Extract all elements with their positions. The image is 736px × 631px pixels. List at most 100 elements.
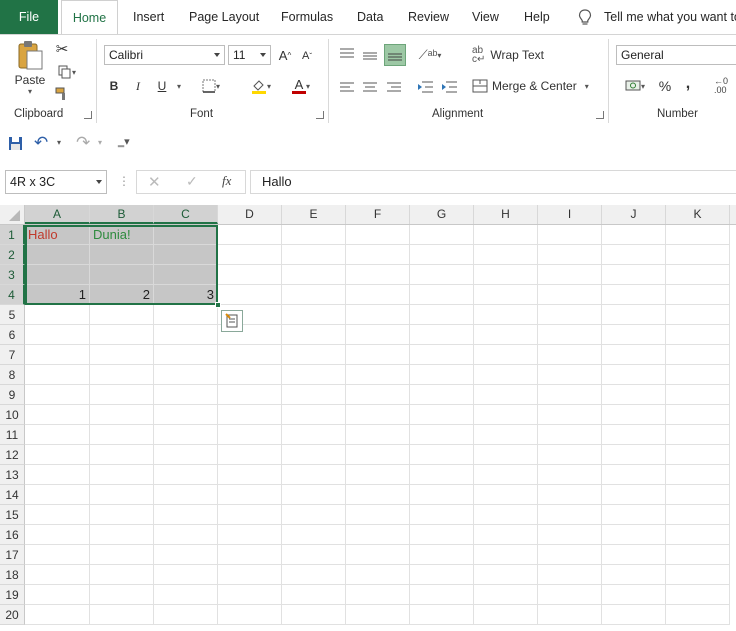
cell-e17[interactable] <box>282 545 346 565</box>
wrap-text-button[interactable]: ab c↵ Wrap Text <box>472 45 552 65</box>
cell-f13[interactable] <box>346 465 410 485</box>
cell-g16[interactable] <box>410 525 474 545</box>
row-header-14[interactable]: 14 <box>0 485 25 505</box>
cell-k5[interactable] <box>666 305 730 325</box>
cell-f4[interactable] <box>346 285 410 305</box>
cell-h6[interactable] <box>474 325 538 345</box>
cell-k2[interactable] <box>666 245 730 265</box>
cell-b12[interactable] <box>90 445 154 465</box>
cell-f17[interactable] <box>346 545 410 565</box>
customize-qat-icon[interactable]: ‗▾ <box>118 135 130 148</box>
enter-icon[interactable]: ✓ <box>186 173 198 190</box>
cell-e10[interactable] <box>282 405 346 425</box>
select-all-button[interactable] <box>0 205 25 225</box>
column-header-e[interactable]: E <box>282 205 346 224</box>
row-header-20[interactable]: 20 <box>0 605 25 625</box>
row-header-6[interactable]: 6 <box>0 325 25 345</box>
cell-b15[interactable] <box>90 505 154 525</box>
cell-j6[interactable] <box>602 325 666 345</box>
cell-b3[interactable] <box>90 265 154 285</box>
cell-d18[interactable] <box>218 565 282 585</box>
cell-k3[interactable] <box>666 265 730 285</box>
cell-h14[interactable] <box>474 485 538 505</box>
cell-c16[interactable] <box>154 525 218 545</box>
column-header-d[interactable]: D <box>218 205 282 224</box>
cell-f7[interactable] <box>346 345 410 365</box>
insert-function-button[interactable]: fx <box>222 173 231 189</box>
cell-d3[interactable] <box>218 265 282 285</box>
row-header-3[interactable]: 3 <box>0 265 25 285</box>
cell-k20[interactable] <box>666 605 730 625</box>
cell-h20[interactable] <box>474 605 538 625</box>
cell-c13[interactable] <box>154 465 218 485</box>
fill-color-button[interactable]: ▾ <box>244 76 278 96</box>
cell-a4[interactable]: 1 <box>25 285 90 305</box>
row-header-1[interactable]: 1 <box>0 225 25 245</box>
cell-c12[interactable] <box>154 445 218 465</box>
save-icon[interactable] <box>8 136 23 151</box>
cell-f15[interactable] <box>346 505 410 525</box>
cell-b19[interactable] <box>90 585 154 605</box>
cell-k12[interactable] <box>666 445 730 465</box>
cell-i5[interactable] <box>538 305 602 325</box>
row-header-9[interactable]: 9 <box>0 385 25 405</box>
cell-e9[interactable] <box>282 385 346 405</box>
cell-e16[interactable] <box>282 525 346 545</box>
cell-e6[interactable] <box>282 325 346 345</box>
cell-b2[interactable] <box>90 245 154 265</box>
cell-h7[interactable] <box>474 345 538 365</box>
tab-page-layout[interactable]: Page Layout <box>189 0 259 34</box>
cell-j20[interactable] <box>602 605 666 625</box>
tab-data[interactable]: Data <box>357 0 383 34</box>
cell-h3[interactable] <box>474 265 538 285</box>
cell-d10[interactable] <box>218 405 282 425</box>
row-header-10[interactable]: 10 <box>0 405 25 425</box>
column-header-g[interactable]: G <box>410 205 474 224</box>
align-left-icon[interactable] <box>339 81 355 95</box>
cell-c5[interactable] <box>154 305 218 325</box>
cell-g15[interactable] <box>410 505 474 525</box>
redo-icon[interactable]: ↷ <box>76 133 90 153</box>
cell-i8[interactable] <box>538 365 602 385</box>
format-painter-icon[interactable] <box>52 84 72 104</box>
cell-a6[interactable] <box>25 325 90 345</box>
cell-e1[interactable] <box>282 225 346 245</box>
cell-c18[interactable] <box>154 565 218 585</box>
cell-b10[interactable] <box>90 405 154 425</box>
row-header-4[interactable]: 4 <box>0 285 25 305</box>
cell-h8[interactable] <box>474 365 538 385</box>
tab-view[interactable]: View <box>472 0 499 34</box>
cell-a8[interactable] <box>25 365 90 385</box>
cell-e19[interactable] <box>282 585 346 605</box>
column-header-k[interactable]: K <box>666 205 730 224</box>
cell-f6[interactable] <box>346 325 410 345</box>
cell-h12[interactable] <box>474 445 538 465</box>
underline-dropdown[interactable]: ▾ <box>172 76 186 96</box>
cell-f18[interactable] <box>346 565 410 585</box>
cell-d1[interactable] <box>218 225 282 245</box>
cell-i12[interactable] <box>538 445 602 465</box>
column-header-c[interactable]: C <box>154 205 218 224</box>
cell-a13[interactable] <box>25 465 90 485</box>
cell-e11[interactable] <box>282 425 346 445</box>
name-box[interactable]: 4R x 3C <box>5 170 107 194</box>
cell-j17[interactable] <box>602 545 666 565</box>
column-header-h[interactable]: H <box>474 205 538 224</box>
cell-c6[interactable] <box>154 325 218 345</box>
align-middle-icon[interactable] <box>362 49 378 63</box>
cell-i1[interactable] <box>538 225 602 245</box>
cell-g14[interactable] <box>410 485 474 505</box>
cell-h2[interactable] <box>474 245 538 265</box>
cell-g12[interactable] <box>410 445 474 465</box>
cell-d2[interactable] <box>218 245 282 265</box>
cell-a10[interactable] <box>25 405 90 425</box>
cell-a2[interactable] <box>25 245 90 265</box>
tell-me-search[interactable]: Tell me what you want to <box>604 0 736 34</box>
row-header-19[interactable]: 19 <box>0 585 25 605</box>
cell-d16[interactable] <box>218 525 282 545</box>
row-header-12[interactable]: 12 <box>0 445 25 465</box>
tab-help[interactable]: Help <box>524 0 550 34</box>
shrink-font-button[interactable]: Aˇ <box>299 46 315 66</box>
column-header-b[interactable]: B <box>90 205 154 224</box>
cell-j8[interactable] <box>602 365 666 385</box>
